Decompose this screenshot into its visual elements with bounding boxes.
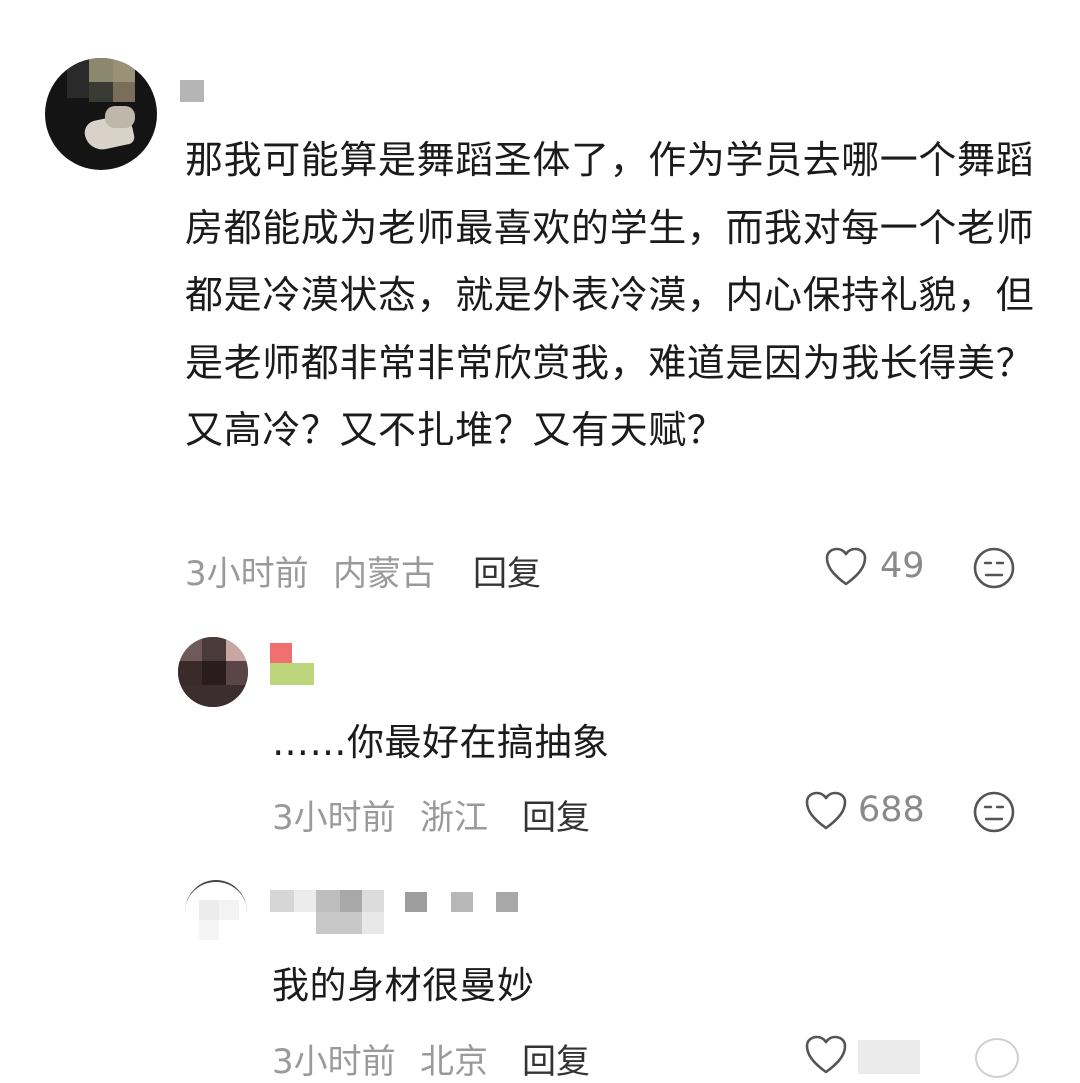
avatar[interactable] [185, 880, 247, 944]
reply-text: 我的身材很曼妙 [272, 964, 535, 1007]
heart-icon[interactable] [804, 790, 848, 832]
username-masked[interactable] [180, 80, 204, 102]
username-masked[interactable] [270, 663, 314, 685]
username-masked[interactable] [405, 892, 427, 912]
username-masked[interactable] [316, 912, 362, 934]
username-masked[interactable] [362, 890, 384, 912]
username-masked[interactable] [270, 643, 292, 663]
username-masked[interactable] [270, 890, 294, 912]
heart-icon[interactable] [804, 1034, 848, 1076]
meh-face-icon[interactable] [972, 546, 1016, 590]
comment-location: 浙江 [420, 798, 488, 838]
watermark [858, 1040, 920, 1074]
avatar[interactable] [45, 58, 157, 170]
comment-location: 内蒙古 [333, 554, 435, 594]
heart-icon[interactable] [824, 546, 868, 588]
username-masked[interactable] [316, 890, 340, 912]
reply-text: ……你最好在搞抽象 [272, 721, 610, 764]
like-count: 688 [858, 790, 925, 830]
username-masked[interactable] [496, 892, 518, 912]
comment-time: 3小时前 [185, 554, 309, 594]
username-masked[interactable] [362, 912, 384, 934]
comment-time: 3小时前 [272, 798, 396, 838]
username-masked[interactable] [294, 890, 316, 912]
reply-button[interactable]: 回复 [473, 546, 541, 595]
avatar[interactable] [178, 637, 248, 707]
username-masked[interactable] [340, 890, 362, 912]
meh-face-icon[interactable] [972, 790, 1016, 834]
comment-text: 那我可能算是舞蹈圣体了，作为学员去哪一个舞蹈房都能成为老师最喜欢的学生，而我对每… [185, 138, 1035, 452]
like-count: 49 [880, 546, 925, 586]
username-masked[interactable] [451, 892, 473, 912]
watermark [975, 1038, 1019, 1078]
reply-button[interactable]: 回复 [522, 790, 590, 839]
